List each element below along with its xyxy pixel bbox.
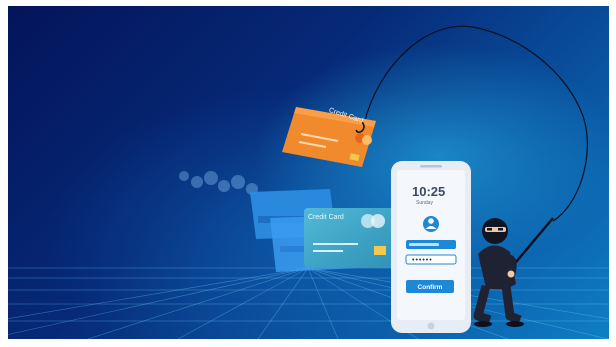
user-icon — [423, 216, 439, 232]
phishing-illustration: Credit Card Credit Card 10:25 Sunday •••… — [8, 6, 609, 339]
teal-card-label: Credit Card — [308, 214, 344, 221]
phone-date: Sunday — [416, 200, 433, 206]
orange-credit-card — [282, 107, 376, 167]
phone-pin-field: •••••• — [412, 257, 433, 264]
illustration-art — [179, 25, 588, 333]
phone-confirm-button: Confirm — [417, 284, 443, 291]
image-frame: Credit Card Credit Card 10:25 Sunday •••… — [0, 0, 616, 347]
glow-dots — [179, 171, 258, 195]
hacker-figure — [473, 217, 554, 327]
phone-time: 10:25 — [412, 184, 446, 199]
